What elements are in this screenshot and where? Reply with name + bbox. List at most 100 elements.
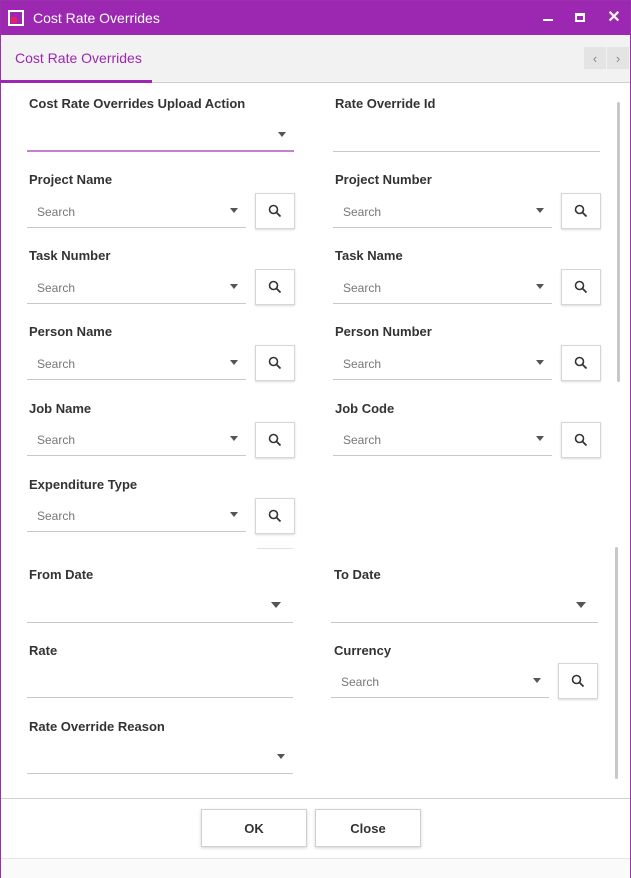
to-date-label: To Date: [334, 567, 381, 582]
from-date-input[interactable]: [27, 589, 293, 623]
maximize-button[interactable]: [569, 6, 591, 28]
chevron-down-icon: [271, 602, 281, 608]
title-bar: Cost Rate Overrides ✕: [1, 1, 630, 35]
bottom-strip: [1, 858, 630, 878]
person-number-placeholder: Search: [343, 357, 382, 371]
tab-cost-rate-overrides[interactable]: Cost Rate Overrides: [1, 35, 152, 83]
minimize-button[interactable]: [537, 6, 559, 28]
job-code-search-button[interactable]: [561, 422, 601, 458]
ok-button[interactable]: OK: [201, 809, 307, 847]
chevron-right-icon: ›: [615, 50, 621, 66]
expenditure-type-search-button[interactable]: [255, 498, 295, 534]
tab-scroll-left-button[interactable]: ‹: [584, 47, 606, 69]
rate-override-reason-label: Rate Override Reason: [29, 719, 165, 734]
person-name-placeholder: Search: [37, 357, 76, 371]
expenditure-type-label: Expenditure Type: [29, 477, 138, 492]
tab-scroll-right-button[interactable]: ›: [607, 47, 629, 69]
search-icon: [268, 204, 282, 218]
rate-override-id-input[interactable]: [333, 118, 600, 152]
maximize-icon: [575, 12, 585, 22]
chevron-down-icon: [533, 678, 541, 683]
task-number-placeholder: Search: [37, 281, 76, 295]
dialog-footer: OK Close: [1, 798, 630, 858]
minimize-icon: [543, 19, 553, 21]
project-number-placeholder: Search: [343, 205, 382, 219]
project-name-placeholder: Search: [37, 205, 76, 219]
window-title: Cost Rate Overrides: [33, 10, 160, 26]
chevron-down-icon: [278, 132, 286, 137]
form-content: Cost Rate Overrides Upload Action Rate O…: [1, 84, 630, 798]
chevron-down-icon: [230, 208, 238, 213]
chevron-down-icon: [230, 512, 238, 517]
rate-override-id-label: Rate Override Id: [335, 96, 436, 111]
search-icon: [574, 204, 588, 218]
tab-bar: Cost Rate Overrides ‹ ›: [1, 35, 630, 83]
from-date-label: From Date: [29, 567, 94, 582]
chevron-down-icon: [536, 360, 544, 365]
upload-action-label: Cost Rate Overrides Upload Action: [29, 96, 246, 111]
search-icon: [574, 356, 588, 370]
chevron-down-icon: [536, 436, 544, 441]
search-icon: [268, 280, 282, 294]
person-number-input[interactable]: Search: [333, 346, 552, 380]
task-number-input[interactable]: Search: [27, 270, 246, 304]
chevron-down-icon: [536, 208, 544, 213]
chevron-down-icon: [230, 436, 238, 441]
close-button[interactable]: Close: [315, 809, 421, 847]
divider: [257, 548, 293, 549]
job-code-placeholder: Search: [343, 433, 382, 447]
scrollbar-thumb[interactable]: [617, 102, 620, 382]
task-name-placeholder: Search: [343, 281, 382, 295]
person-name-input[interactable]: Search: [27, 346, 246, 380]
upload-action-select[interactable]: [27, 118, 294, 152]
chevron-down-icon: [230, 360, 238, 365]
rate-input[interactable]: [27, 664, 293, 698]
task-name-search-button[interactable]: [561, 269, 601, 305]
search-icon: [574, 433, 588, 447]
person-name-label: Person Name: [29, 324, 113, 339]
project-number-search-button[interactable]: [561, 193, 601, 229]
chevron-down-icon: [576, 602, 586, 608]
task-number-label: Task Number: [29, 248, 111, 263]
expenditure-type-placeholder: Search: [37, 509, 76, 523]
chevron-down-icon: [230, 284, 238, 289]
task-name-label: Task Name: [335, 248, 403, 263]
search-icon: [268, 356, 282, 370]
job-code-label: Job Code: [335, 401, 395, 416]
project-name-search-button[interactable]: [255, 193, 295, 229]
search-icon: [574, 280, 588, 294]
cost-rate-overrides-window: Cost Rate Overrides ✕ Cost Rate Override…: [0, 0, 631, 878]
job-name-input[interactable]: Search: [27, 422, 246, 456]
job-name-placeholder: Search: [37, 433, 76, 447]
job-code-input[interactable]: Search: [333, 422, 552, 456]
to-date-input[interactable]: [331, 589, 598, 623]
job-name-label: Job Name: [29, 401, 92, 416]
project-name-label: Project Name: [29, 172, 113, 187]
currency-search-button[interactable]: [558, 663, 598, 699]
currency-input[interactable]: Search: [331, 664, 549, 698]
person-name-search-button[interactable]: [255, 345, 295, 381]
expenditure-type-input[interactable]: Search: [27, 498, 246, 532]
project-number-input[interactable]: Search: [333, 194, 552, 228]
chevron-down-icon: [536, 284, 544, 289]
close-window-button[interactable]: ✕: [603, 6, 625, 28]
task-number-search-button[interactable]: [255, 269, 295, 305]
task-name-input[interactable]: Search: [333, 270, 552, 304]
rate-label: Rate: [29, 643, 58, 658]
scrollbar-thumb-secondary[interactable]: [615, 547, 618, 779]
person-number-search-button[interactable]: [561, 345, 601, 381]
chevron-left-icon: ‹: [592, 50, 598, 66]
currency-placeholder: Search: [341, 675, 380, 689]
search-icon: [268, 509, 282, 523]
currency-label: Currency: [334, 643, 392, 658]
search-icon: [268, 433, 282, 447]
rate-override-reason-select[interactable]: [27, 740, 293, 774]
job-name-search-button[interactable]: [255, 422, 295, 458]
close-icon: ✕: [607, 9, 621, 26]
project-name-input[interactable]: Search: [27, 194, 246, 228]
project-number-label: Project Number: [335, 172, 432, 187]
person-number-label: Person Number: [335, 324, 432, 339]
search-icon: [571, 674, 585, 688]
chevron-down-icon: [277, 754, 285, 759]
app-icon: [8, 10, 24, 26]
